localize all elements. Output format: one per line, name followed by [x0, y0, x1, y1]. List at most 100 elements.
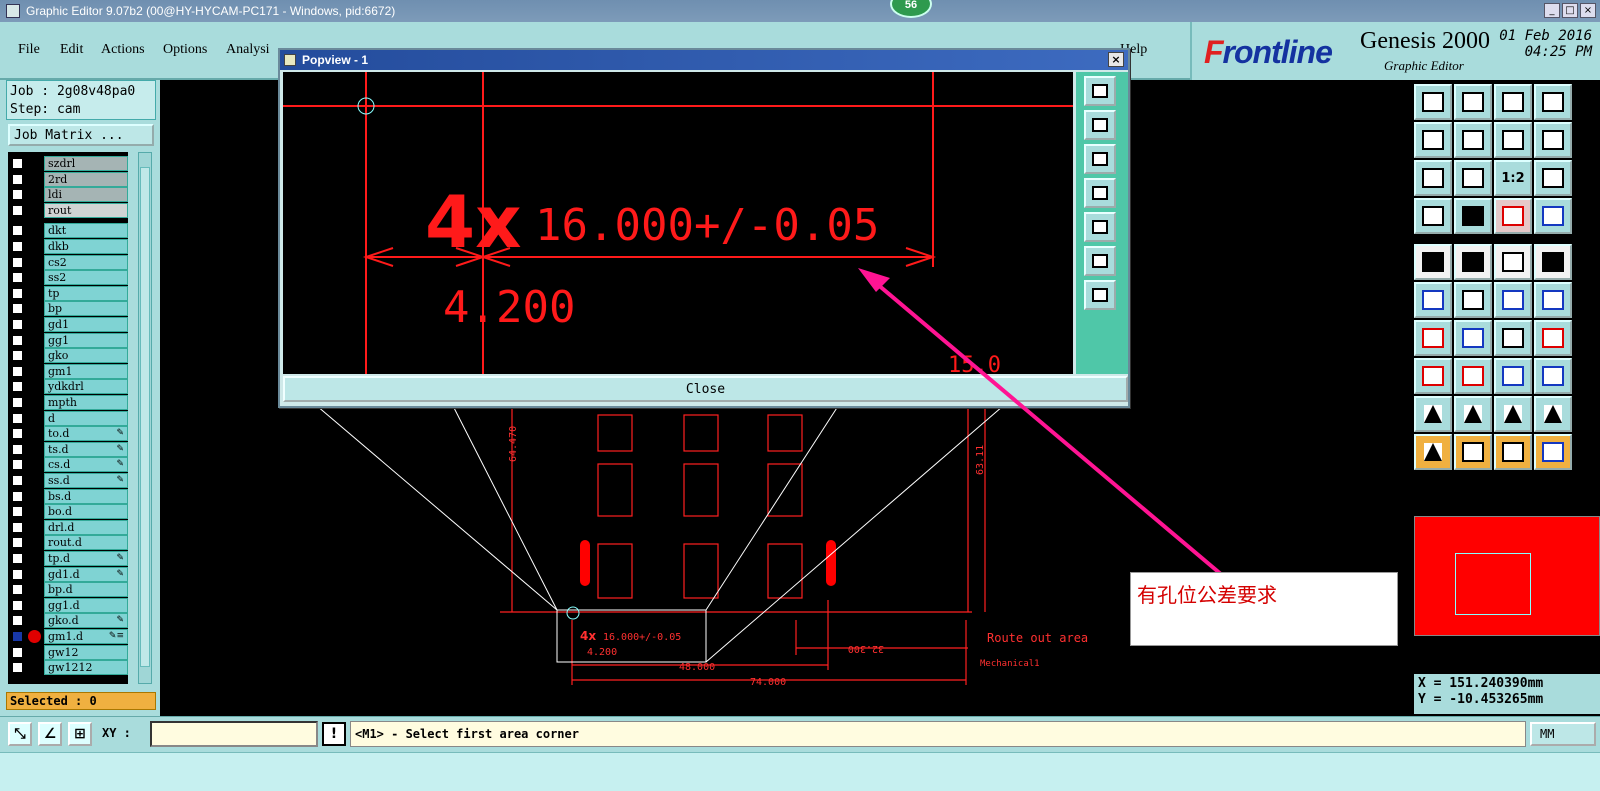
split-icon — [1542, 168, 1564, 188]
pad-move-icon — [1422, 366, 1444, 386]
tool-select-pointer[interactable] — [1414, 434, 1452, 470]
tool-split[interactable] — [1534, 160, 1572, 196]
tool-triangle-2[interactable] — [1454, 396, 1492, 432]
pattern-icon — [1542, 366, 1564, 386]
dimension-icon — [1502, 366, 1524, 386]
tool-move-point[interactable] — [1494, 282, 1532, 318]
tool-line-cut[interactable] — [1454, 358, 1492, 394]
xy-label: XY : — [102, 726, 131, 740]
tool-select-net[interactable] — [1534, 434, 1572, 470]
tool-triangle-4[interactable] — [1534, 396, 1572, 432]
corner-icon — [1462, 252, 1484, 272]
select-net-icon — [1542, 442, 1564, 462]
grid-mode-button[interactable]: ⊞ — [68, 722, 92, 746]
overview-minimap[interactable] — [1414, 516, 1600, 636]
line-cut-icon — [1462, 366, 1484, 386]
net-icon — [1502, 206, 1524, 226]
tool-ruler[interactable] — [1494, 244, 1532, 280]
triangle-icon — [1544, 405, 1562, 423]
rotate-icon — [1502, 328, 1524, 348]
tool-zoom-home[interactable] — [1414, 84, 1452, 120]
tool-pan-right[interactable] — [1454, 122, 1492, 158]
tool-triangle-1[interactable] — [1414, 396, 1452, 432]
pan-right-icon — [1462, 130, 1484, 150]
angle-mode-button[interactable]: ∠ — [38, 722, 62, 746]
annotation-overlay — [858, 268, 1224, 577]
net-select-icon — [1542, 206, 1564, 226]
pointer-icon — [1424, 443, 1442, 461]
tool-fit-all[interactable] — [1414, 160, 1452, 196]
tool-select-box[interactable] — [1454, 434, 1492, 470]
tool-pad-arrow[interactable] — [1414, 244, 1452, 280]
tool-panel: 1:2 X = 151.240390mm Y = -10.453265mm — [1410, 80, 1600, 716]
tool-corner[interactable] — [1454, 244, 1492, 280]
house-icon — [1502, 92, 1524, 112]
tool-pad-move[interactable] — [1414, 358, 1452, 394]
tool-fit-vertical[interactable] — [1454, 160, 1492, 196]
connect-icon — [1422, 290, 1444, 310]
tool-select-shape[interactable] — [1494, 434, 1532, 470]
status-line — [0, 752, 1600, 791]
drag-point-icon — [1542, 290, 1564, 310]
triangle-icon — [1464, 405, 1482, 423]
window-icon — [1542, 92, 1564, 112]
line-angle-icon — [1422, 328, 1444, 348]
move-point-icon — [1502, 290, 1524, 310]
tool-snap[interactable] — [1534, 122, 1572, 158]
command-bar: ⤡ ∠ ⊞ XY : ! <M1> - Select first area co… — [0, 716, 1600, 752]
circle-icon — [1542, 252, 1564, 272]
command-prompt: <M1> - Select first area corner — [350, 721, 1526, 747]
fit-all-icon — [1422, 168, 1444, 188]
tool-house[interactable] — [1494, 84, 1532, 120]
tool-line-draw[interactable] — [1454, 320, 1492, 356]
unit-select[interactable]: MM — [1530, 722, 1596, 746]
triangle-icon — [1504, 405, 1522, 423]
tool-pan-left[interactable] — [1414, 122, 1452, 158]
minimap-view-frame[interactable] — [1455, 553, 1531, 615]
cross-icon — [1462, 290, 1484, 310]
tool-pattern[interactable] — [1534, 358, 1572, 394]
coord-x: X = 151.240390mm — [1418, 676, 1544, 691]
annotation-callout: 有孔位公差要求 — [1130, 572, 1398, 646]
tool-circle[interactable] — [1534, 244, 1572, 280]
tool-window[interactable] — [1534, 84, 1572, 120]
tool-zoom-down[interactable] — [1454, 84, 1492, 120]
tool-probe[interactable] — [1454, 198, 1492, 234]
tool-triangle-3[interactable] — [1494, 396, 1532, 432]
home-icon — [1422, 92, 1444, 112]
tool-net-select[interactable] — [1534, 198, 1572, 234]
tool-grid-view: 1:2 — [1414, 84, 1572, 234]
snap-icon: ⤡ — [14, 726, 26, 742]
tool-rotate[interactable] — [1494, 320, 1532, 356]
tool-ratio[interactable]: 1:2 — [1494, 160, 1532, 196]
tool-mirror[interactable] — [1494, 122, 1532, 158]
arrow-down-icon — [1462, 92, 1484, 112]
select-shape-icon — [1502, 442, 1524, 462]
ruler-icon — [1502, 252, 1524, 272]
probe-icon — [1462, 206, 1484, 226]
tool-cross[interactable] — [1454, 282, 1492, 318]
fit-vertical-icon — [1462, 168, 1484, 188]
mirror-icon — [1502, 130, 1524, 150]
tool-net-highlight[interactable] — [1494, 198, 1532, 234]
tool-flip[interactable] — [1534, 320, 1572, 356]
flip-icon — [1542, 328, 1564, 348]
tool-dimension[interactable] — [1494, 358, 1532, 394]
coord-y: Y = -10.453265mm — [1418, 692, 1544, 707]
cursor-coordinates: X = 151.240390mm Y = -10.453265mm — [1414, 674, 1600, 714]
annotation-arrow — [868, 276, 1224, 577]
tool-connect[interactable] — [1414, 282, 1452, 318]
measure-icon — [1422, 206, 1444, 226]
snap-mode-button[interactable]: ⤡ — [8, 722, 32, 746]
tool-measure[interactable] — [1414, 198, 1452, 234]
tool-drag-point[interactable] — [1534, 282, 1572, 318]
graphic-editor-window: Graphic Editor 9.07b2 (00@HY-HYCAM-PC171… — [0, 0, 1600, 791]
grid-icon: ⊞ — [74, 726, 86, 742]
warning-button[interactable]: ! — [322, 722, 346, 746]
xy-input[interactable] — [150, 721, 318, 747]
pad-arrow-icon — [1422, 252, 1444, 272]
tool-line-angle[interactable] — [1414, 320, 1452, 356]
triangle-icon — [1424, 405, 1442, 423]
snap-icon — [1542, 130, 1564, 150]
select-box-icon — [1462, 442, 1484, 462]
